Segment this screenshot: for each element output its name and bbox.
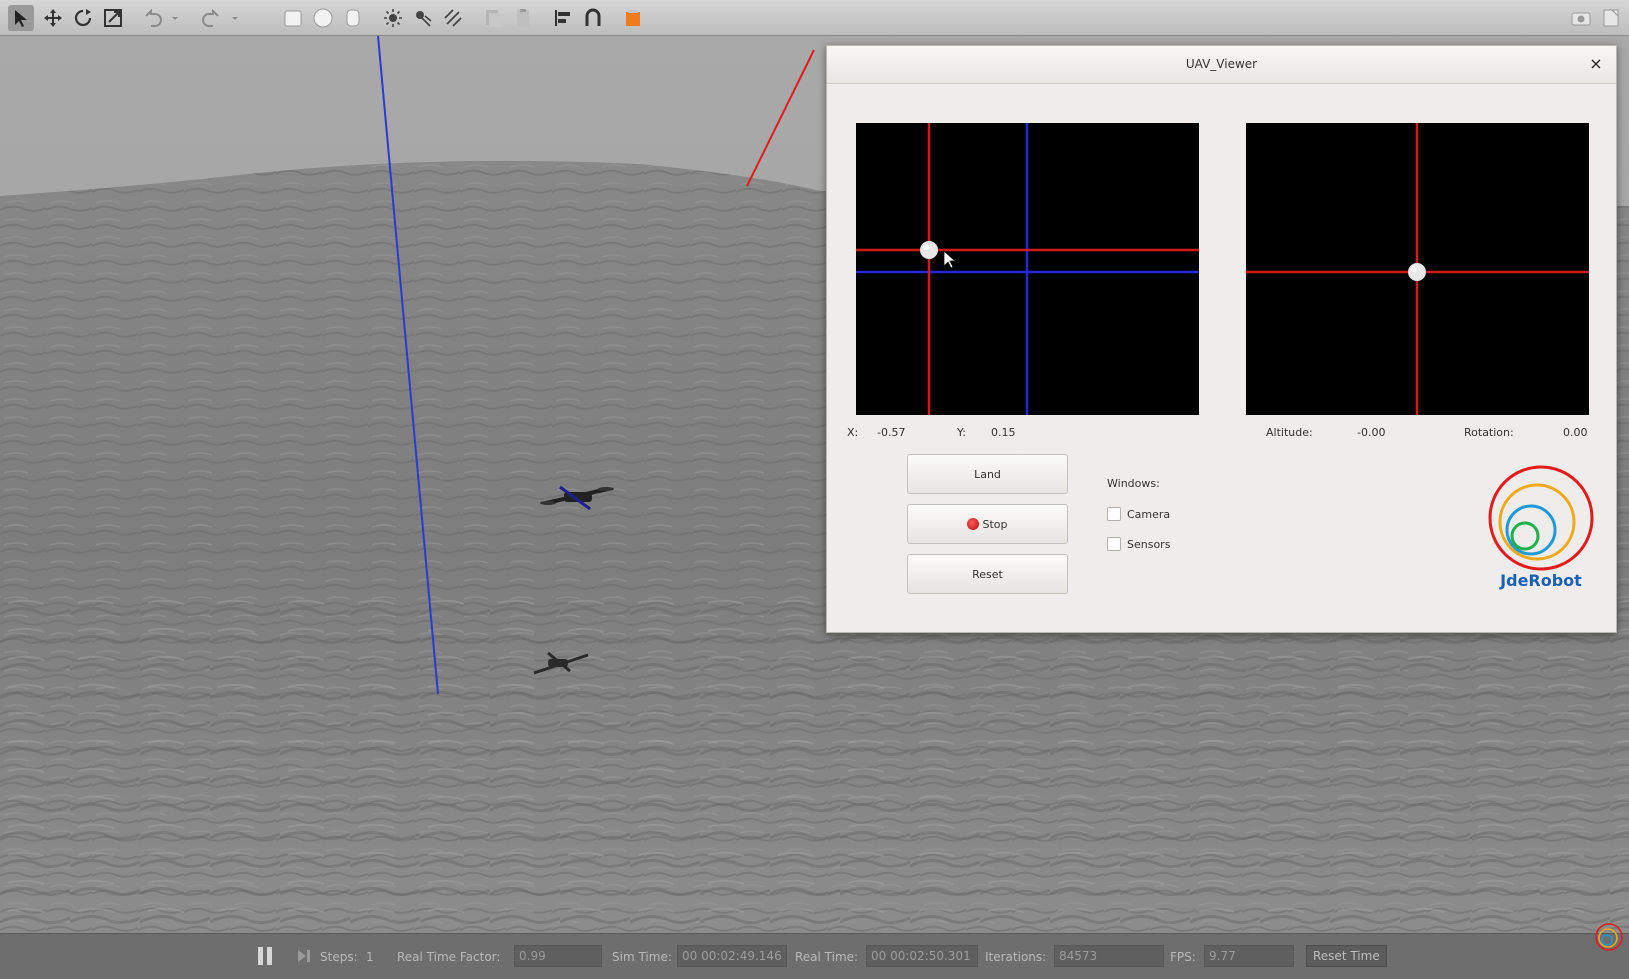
stop-icon [967,518,980,530]
scale-icon[interactable] [100,5,126,31]
top-toolbar [0,0,1629,36]
copy-icon[interactable] [480,5,506,31]
snap-icon[interactable] [580,5,606,31]
stop-button-label: Stop [982,517,1008,531]
iterations-label: Iterations: [985,950,1047,964]
sensors-checkbox[interactable] [1107,537,1121,551]
reset-button-label: Reset [972,567,1003,581]
camera-checkbox-label: Camera [1127,507,1171,521]
simulation-statusbar: Steps: 1 Real Time Factor: 0.99 Sim Time… [0,933,1629,979]
steps-label: Steps: [320,950,358,964]
land-button[interactable]: Land [907,454,1068,494]
pause-icon[interactable] [258,947,274,965]
fps-label: FPS: [1170,950,1196,964]
undo-icon[interactable] [140,5,166,31]
sensors-checkbox-label: Sensors [1127,537,1171,551]
box-icon[interactable] [280,5,306,31]
land-button-label: Land [974,467,1001,481]
reset-button[interactable]: Reset [907,554,1068,594]
orange-model-icon[interactable] [620,5,646,31]
rotate-icon[interactable] [70,5,96,31]
jderobot-logo-icon [1488,465,1594,571]
viewer-title: UAV_Viewer [1185,57,1258,71]
translate-icon[interactable] [40,5,66,31]
spot-light-icon[interactable] [410,5,436,31]
reset-time-button[interactable]: Reset Time [1306,945,1387,967]
paste-icon[interactable] [510,5,536,31]
real-time-factor-field: 0.99 [514,945,602,967]
point-light-icon[interactable] [380,5,406,31]
altitude-rotation-pad[interactable] [1246,123,1589,415]
step-icon[interactable] [296,948,312,964]
undo-dropdown-icon[interactable] [168,5,182,31]
cylinder-icon[interactable] [340,5,366,31]
windows-label: Windows: [1107,477,1160,490]
altitude-label: Altitude: [1266,426,1313,439]
log-icon[interactable] [1598,5,1624,31]
rotation-label: Rotation: [1464,426,1514,439]
select-arrow-icon[interactable] [8,5,34,31]
rotation-value: 0.00 [1563,426,1588,439]
uav-viewer-window[interactable]: UAV_Viewer × X: -0.57 Y: 0.15 Altitude: … [826,45,1617,633]
camera-checkbox-row[interactable]: Camera [1107,507,1170,521]
jderobot-corner-icon [1595,923,1623,951]
y-label: Y: [957,426,966,439]
real-time-label: Real Time: [795,950,859,964]
real-time-factor-label: Real Time Factor: [397,950,501,964]
x-label: X: [847,426,859,439]
altitude-value: -0.00 [1357,426,1386,439]
x-value: -0.57 [877,426,906,439]
sim-time-label: Sim Time: [612,950,672,964]
jderobot-logo: JdeRobot [1485,464,1597,594]
stop-button[interactable]: Stop [907,504,1068,544]
fps-field: 9.77 [1204,945,1294,967]
viewer-titlebar[interactable]: UAV_Viewer × [827,46,1616,84]
camera-checkbox[interactable] [1107,507,1121,521]
y-value: 0.15 [991,426,1016,439]
directional-light-icon[interactable] [440,5,466,31]
align-icon[interactable] [550,5,576,31]
sensors-checkbox-row[interactable]: Sensors [1107,537,1170,551]
xy-control-pad[interactable] [856,123,1199,415]
redo-icon[interactable] [198,5,224,31]
redo-dropdown-icon[interactable] [228,5,242,31]
sim-time-field: 00 00:02:49.146 [677,945,787,967]
real-time-field: 00 00:02:50.301 [866,945,978,967]
sphere-icon[interactable] [310,5,336,31]
steps-value: 1 [366,950,374,964]
iterations-field: 84573 [1054,945,1164,967]
screenshot-icon[interactable] [1568,5,1594,31]
close-icon[interactable]: × [1586,54,1606,74]
jderobot-logo-text: JdeRobot [1500,571,1582,590]
